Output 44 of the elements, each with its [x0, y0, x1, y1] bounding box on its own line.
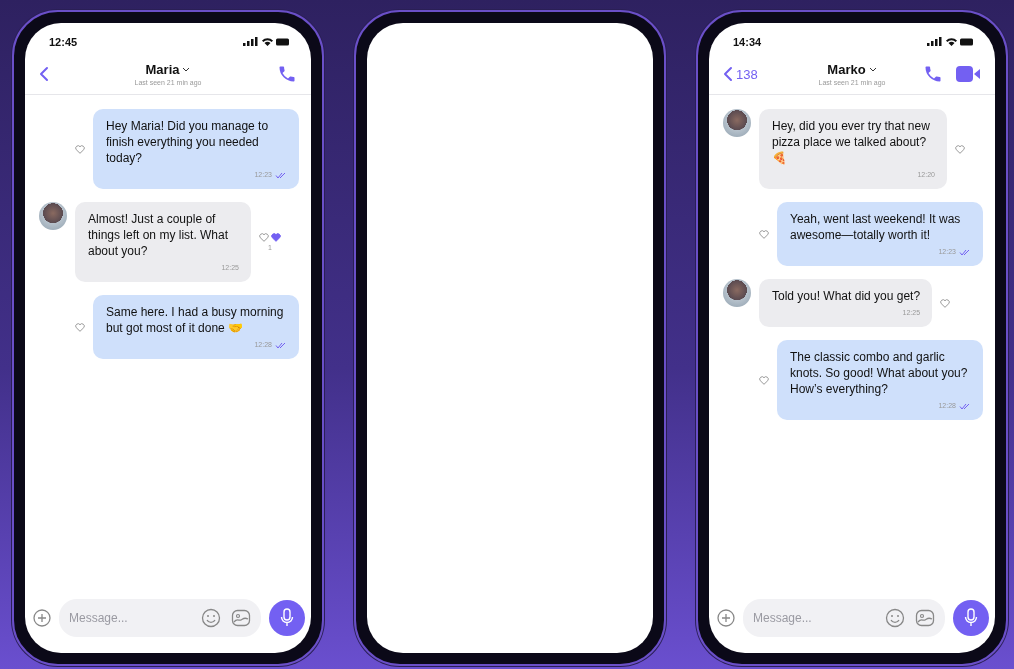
video-call-icon[interactable]: [955, 64, 981, 84]
add-icon[interactable]: [33, 609, 51, 627]
like-icon[interactable]: [759, 229, 769, 239]
status-time: 12:45: [49, 36, 78, 48]
microphone-button[interactable]: [953, 600, 989, 636]
message-text: Yeah, went last weekend! It was awesome—totally worth it!: [790, 211, 962, 243]
phone-call-icon[interactable]: [923, 64, 943, 84]
avatar: [723, 109, 751, 137]
message-text: Told you! What did you get?: [772, 288, 921, 304]
emoji-icon[interactable]: [885, 608, 905, 628]
message-field[interactable]: Message...: [59, 599, 261, 637]
back-icon[interactable]: [723, 66, 733, 82]
like-icon[interactable]: [940, 298, 951, 308]
message-text: Hey, did you ever try that new pizza place we talked about? 🍕: [772, 118, 931, 166]
liked-icon[interactable]: [271, 233, 281, 242]
message-text: The classic combo and garlic knots. So good! What about you? How’s everything?: [790, 349, 969, 397]
unread-count[interactable]: 138: [736, 66, 758, 82]
like-icon[interactable]: [75, 322, 85, 332]
caret-icon[interactable]: [868, 67, 877, 72]
back-icon[interactable]: [39, 66, 49, 82]
contact-name[interactable]: Marko: [827, 62, 866, 77]
like-icon[interactable]: [259, 233, 269, 242]
sticker-icon[interactable]: [915, 608, 935, 628]
microphone-icon: [280, 608, 294, 628]
message-text: Hey Maria! Did you manage to finish everything you needed today?: [106, 118, 270, 166]
message-field[interactable]: Message...: [743, 599, 945, 637]
avatar: [723, 279, 751, 307]
like-icon[interactable]: [759, 375, 769, 385]
phone-call-icon[interactable]: [277, 64, 297, 84]
like-icon[interactable]: [955, 144, 965, 154]
status-icons: [243, 37, 289, 47]
message-text: Same here. I had a busy morning but got most of it done 🤝: [106, 304, 285, 336]
like-icon[interactable]: [75, 144, 85, 154]
add-icon[interactable]: [717, 609, 735, 627]
status-time: 14:34: [733, 36, 762, 48]
contact-name[interactable]: Maria: [145, 62, 180, 77]
microphone-icon: [964, 608, 978, 628]
message-text: Almost! Just a couple of things left on my list. What about you?: [88, 211, 230, 259]
caret-icon[interactable]: [182, 67, 191, 72]
status-icons: [927, 37, 973, 47]
microphone-button[interactable]: [269, 600, 305, 636]
sticker-icon[interactable]: [231, 608, 251, 628]
emoji-icon[interactable]: [201, 608, 221, 628]
avatar: [39, 202, 67, 230]
